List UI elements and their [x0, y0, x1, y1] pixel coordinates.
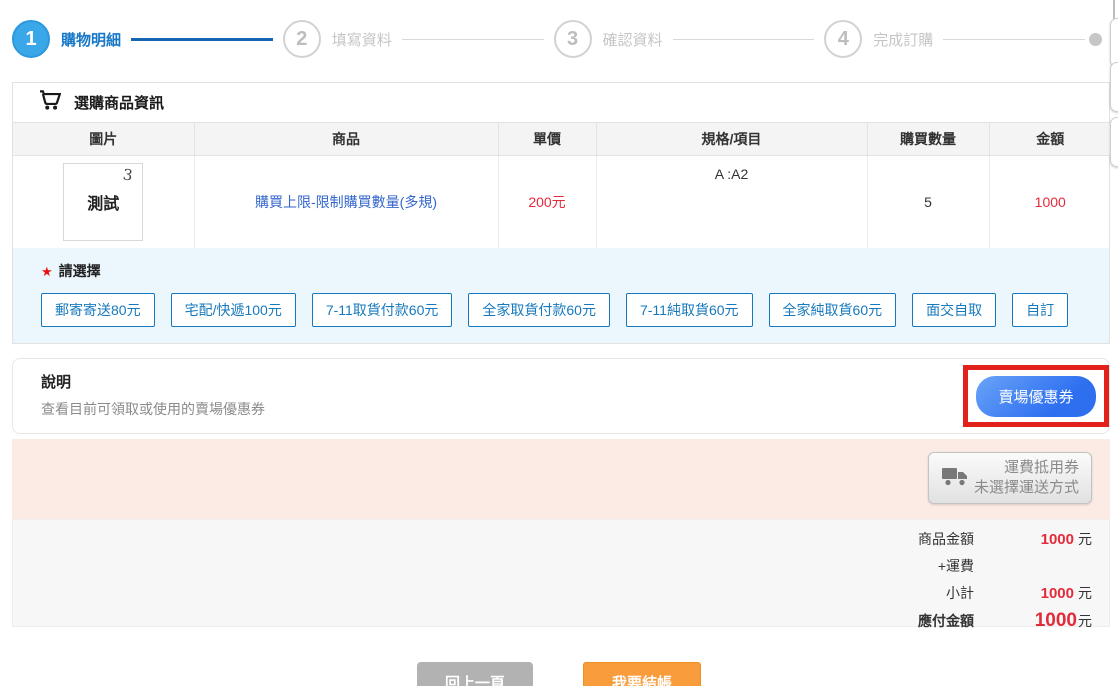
shipping-method-section: ★ 請選擇 郵寄寄送80元 宅配/快遞100元 7-11取貨付款60元 全家取貨付…: [13, 248, 1109, 343]
summary-row-product-amount: 商品金額 1000元: [13, 529, 1092, 556]
edge-floating-widget[interactable]: [1110, 62, 1118, 112]
stepper-end-dot: [1089, 33, 1102, 46]
header-image: 圖片: [13, 123, 194, 155]
step-3-label: 確認資料: [603, 29, 663, 50]
shop-coupon-button[interactable]: 賣場優惠券: [976, 376, 1095, 417]
summary-row-amount-due: 應付金額 1000元: [13, 610, 1092, 637]
shipping-options: 郵寄寄送80元 宅配/快遞100元 7-11取貨付款60元 全家取貨付款60元 …: [41, 293, 1109, 327]
summary-value: [974, 558, 1092, 576]
cell-amount: 1000: [989, 155, 1111, 248]
freight-button-line1: 運費抵用券: [974, 458, 1079, 478]
product-name-link[interactable]: 購買上限-限制購買數量(多規): [255, 194, 437, 210]
note-title: 說明: [41, 371, 1109, 392]
step-connector: [402, 39, 544, 40]
shipping-label-text: 請選擇: [59, 263, 101, 279]
step-connector: [943, 39, 1085, 40]
freight-notice-band: 運費抵用券 未選擇運送方式: [12, 439, 1110, 519]
edge-floating-widget[interactable]: [1110, 117, 1118, 167]
coupon-note-box: 說明 查看目前可領取或使用的賣場優惠券 賣場優惠券: [12, 358, 1110, 434]
step-1-label: 購物明細: [61, 29, 121, 50]
header-quantity: 購買數量: [867, 123, 989, 155]
step-connector: [131, 38, 273, 41]
freight-coupon-button[interactable]: 運費抵用券 未選擇運送方式: [928, 452, 1092, 504]
cart-items-table: 圖片 商品 單價 規格/項目 購買數量 金額 測試 3: [13, 123, 1111, 248]
card-title-row: 選購商品資訊: [13, 83, 1109, 123]
truck-icon: [941, 465, 969, 492]
header-product: 商品: [194, 123, 498, 155]
step-3-confirm-info: 3 確認資料: [554, 20, 663, 58]
step-4-complete-order: 4 完成訂購: [824, 20, 933, 58]
cell-quantity: 5: [867, 155, 989, 248]
product-thumbnail-text: 測試: [87, 190, 119, 214]
freight-button-line2: 未選擇運送方式: [974, 478, 1079, 498]
summary-label: 小計: [946, 583, 974, 603]
note-description: 查看目前可領取或使用的賣場優惠券: [41, 399, 1109, 419]
shipping-option-711-cod[interactable]: 7-11取貨付款60元: [312, 293, 453, 327]
summary-value: 1000元: [974, 529, 1092, 549]
footer-actions: 回上一頁 我要結帳: [0, 662, 1118, 686]
required-star-icon: ★: [41, 264, 53, 279]
summary-row-subtotal: 小計 1000元: [13, 583, 1092, 610]
cell-image: 測試 3: [13, 155, 194, 248]
step-1-cart-details: 1 購物明細: [12, 20, 121, 58]
order-summary-band: 商品金額 1000元 +運費 小計 1000元 應付金額 1000元: [12, 519, 1110, 627]
product-thumbnail[interactable]: 測試 3: [63, 163, 143, 241]
shipping-option-home-delivery[interactable]: 宅配/快遞100元: [171, 293, 296, 327]
step-4-circle: 4: [824, 20, 862, 58]
shipping-option-711-pickup[interactable]: 7-11純取貨60元: [626, 293, 753, 327]
step-2-circle: 2: [283, 20, 321, 58]
summary-label: 商品金額: [918, 529, 974, 549]
shipping-required-label: ★ 請選擇: [41, 261, 1109, 281]
table-header-row: 圖片 商品 單價 規格/項目 購買數量 金額: [13, 123, 1111, 155]
cart-icon: [39, 90, 61, 115]
summary-label: 應付金額: [918, 611, 974, 631]
cell-product-name: 購買上限-限制購買數量(多規): [194, 155, 498, 248]
step-4-label: 完成訂購: [873, 29, 933, 50]
product-thumbnail-mark: 3: [121, 165, 133, 184]
summary-value: 1000元: [974, 583, 1092, 603]
step-1-circle: 1: [12, 20, 50, 58]
step-2-label: 填寫資料: [332, 29, 392, 50]
back-button[interactable]: 回上一頁: [417, 662, 533, 686]
shipping-option-family-cod[interactable]: 全家取貨付款60元: [468, 293, 610, 327]
shipping-option-family-pickup[interactable]: 全家純取貨60元: [769, 293, 897, 327]
cell-spec: A :A2: [596, 155, 867, 248]
red-annotation-box: 賣場優惠券: [963, 365, 1109, 427]
table-row: 測試 3 購買上限-限制購買數量(多規) 200元 A :A2 5 1000: [13, 155, 1111, 248]
step-3-circle: 3: [554, 20, 592, 58]
checkout-stepper: 1 購物明細 2 填寫資料 3 確認資料 4 完成訂購: [0, 0, 1118, 72]
step-connector: [673, 39, 815, 40]
step-2-fill-info: 2 填寫資料: [283, 20, 392, 58]
freight-button-text: 運費抵用券 未選擇運送方式: [974, 458, 1079, 499]
checkout-button[interactable]: 我要結帳: [583, 662, 701, 686]
shipping-option-post[interactable]: 郵寄寄送80元: [41, 293, 155, 327]
summary-row-freight: +運費: [13, 556, 1092, 583]
summary-label: +運費: [938, 556, 974, 576]
selected-products-card: 選購商品資訊 圖片 商品 單價 規格/項目 購買數量 金額: [12, 82, 1110, 344]
header-amount: 金額: [989, 123, 1111, 155]
header-unit-price: 單價: [498, 123, 596, 155]
summary-value: 1000元: [974, 610, 1092, 632]
header-spec: 規格/項目: [596, 123, 867, 155]
checkout-page: 1 購物明細 2 填寫資料 3 確認資料 4 完成訂購: [0, 0, 1118, 686]
card-title: 選購商品資訊: [74, 92, 164, 113]
shipping-option-face-to-face[interactable]: 面交自取: [912, 293, 996, 327]
edge-floating-widget[interactable]: [1110, 18, 1118, 68]
shipping-option-custom[interactable]: 自訂: [1012, 293, 1068, 327]
cell-unit-price: 200元: [498, 155, 596, 248]
